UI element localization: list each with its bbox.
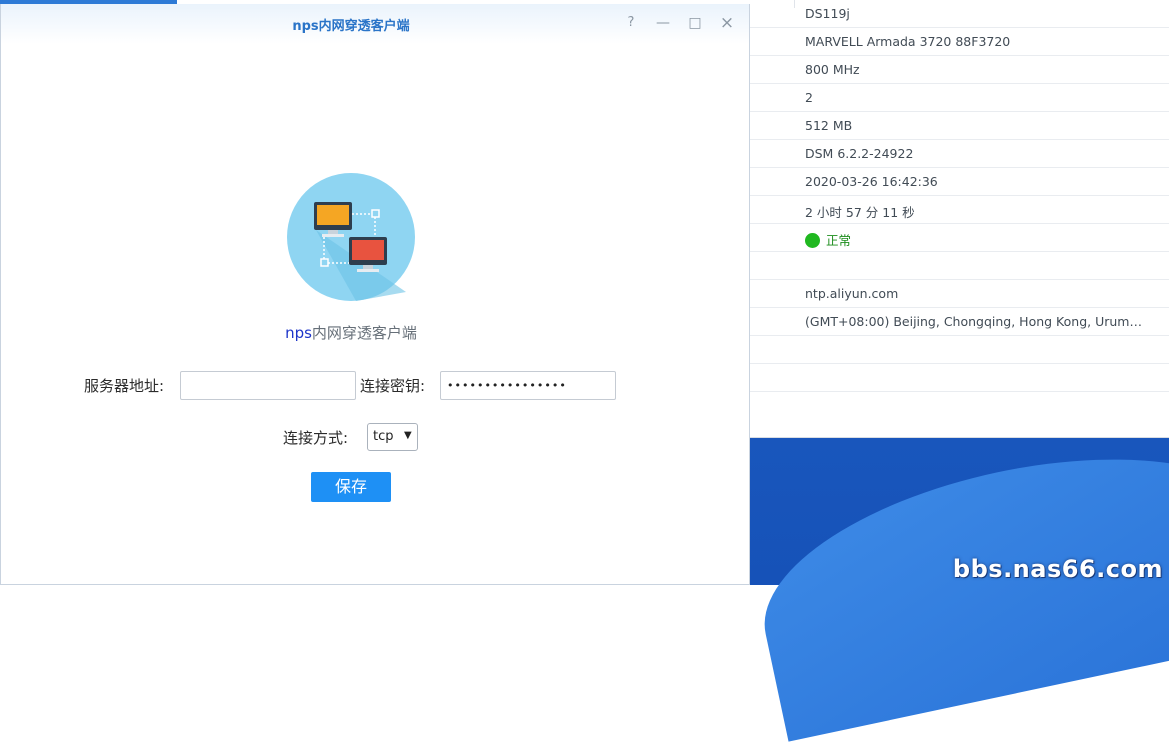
info-row-empty bbox=[750, 336, 1169, 364]
info-row-timezone: (GMT+08:00) Beijing, Chongqing, Hong Kon… bbox=[750, 308, 1169, 336]
info-row-cpu: MARVELL Armada 3720 88F3720 bbox=[750, 28, 1169, 56]
info-value: 2 小时 57 分 11 秒 bbox=[805, 205, 915, 220]
info-row-empty bbox=[750, 252, 1169, 280]
info-value: ntp.aliyun.com bbox=[805, 286, 899, 301]
save-button[interactable]: 保存 bbox=[311, 472, 391, 502]
app-name: nps内网穿透客户端 bbox=[1, 322, 701, 343]
info-value: 2020-03-26 16:42:36 bbox=[805, 174, 938, 189]
info-row-empty bbox=[750, 364, 1169, 392]
info-row-memory: 512 MB bbox=[750, 112, 1169, 140]
info-row-dsm-version: DSM 6.2.2-24922 bbox=[750, 140, 1169, 168]
info-value: 2 bbox=[805, 90, 813, 105]
network-computers-icon bbox=[287, 173, 415, 301]
connection-mode-value: tcp bbox=[373, 429, 394, 444]
info-row-cpu-clock: 800 MHz bbox=[750, 56, 1169, 84]
dropdown-arrow-icon: ▼ bbox=[404, 430, 412, 441]
info-row-status: 正常 bbox=[750, 224, 1169, 252]
window-titlebar[interactable]: nps内网穿透客户端 ? — □ × bbox=[1, 4, 749, 44]
watermark: bbs.nas66.com bbox=[952, 555, 1163, 583]
app-name-prefix: nps bbox=[285, 324, 312, 342]
server-address-input[interactable] bbox=[180, 371, 356, 400]
system-info-panel: DS119j MARVELL Armada 3720 88F3720 800 M… bbox=[750, 0, 1169, 438]
status-ok-icon bbox=[805, 233, 820, 248]
close-button[interactable]: × bbox=[718, 14, 736, 32]
info-value: 512 MB bbox=[805, 118, 853, 133]
info-row-uptime: 2 小时 57 分 11 秒 bbox=[750, 196, 1169, 224]
info-value: 800 MHz bbox=[805, 62, 860, 77]
info-row-cpu-cores: 2 bbox=[750, 84, 1169, 112]
help-button[interactable]: ? bbox=[622, 14, 640, 32]
info-row-system-time: 2020-03-26 16:42:36 bbox=[750, 168, 1169, 196]
connection-key-label: 连接密钥: bbox=[360, 377, 426, 395]
connection-key-input[interactable] bbox=[440, 371, 616, 400]
connection-mode-label: 连接方式: bbox=[283, 429, 349, 447]
info-value: DSM 6.2.2-24922 bbox=[805, 146, 914, 161]
info-value: DS119j bbox=[805, 6, 850, 21]
info-value: (GMT+08:00) Beijing, Chongqing, Hong Kon… bbox=[805, 314, 1142, 329]
info-value: MARVELL Armada 3720 88F3720 bbox=[805, 34, 1011, 49]
app-name-suffix: 内网穿透客户端 bbox=[311, 324, 417, 342]
status-value: 正常 bbox=[805, 230, 851, 249]
nps-client-window: nps内网穿透客户端 ? — □ × nps内网穿透客户端 服务器地址: 连接密… bbox=[0, 4, 750, 585]
connection-mode-select[interactable]: tcp ▼ bbox=[367, 423, 418, 451]
info-row-ntp: ntp.aliyun.com bbox=[750, 280, 1169, 308]
server-address-label: 服务器地址: bbox=[84, 377, 165, 395]
minimize-button[interactable]: — bbox=[654, 14, 672, 32]
window-title: nps内网穿透客户端 bbox=[292, 19, 410, 34]
info-row-model: DS119j bbox=[750, 0, 1169, 28]
maximize-button[interactable]: □ bbox=[686, 14, 704, 32]
status-text: 正常 bbox=[826, 233, 852, 248]
